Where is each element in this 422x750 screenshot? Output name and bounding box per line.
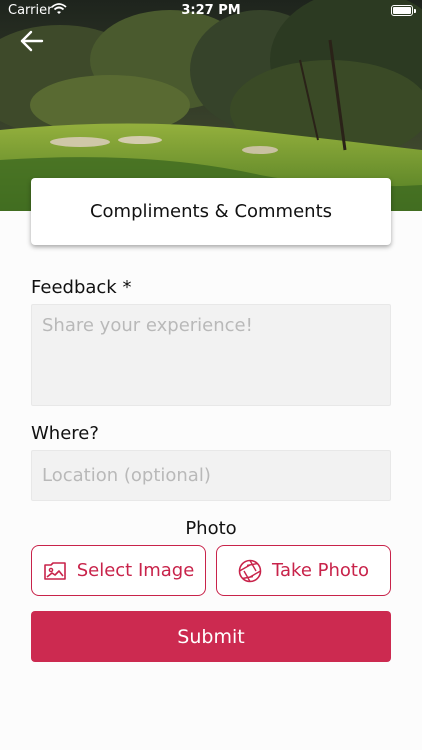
feedback-textarea[interactable]: Share your experience! <box>31 304 391 406</box>
page-title-card: Compliments & Comments <box>31 178 391 245</box>
location-input[interactable]: Location (optional) <box>31 450 391 501</box>
status-bar: Carrier 3:27 PM <box>0 0 422 22</box>
where-label: Where? <box>31 423 99 444</box>
status-time: 3:27 PM <box>181 3 241 18</box>
photo-label: Photo <box>185 518 237 539</box>
page-title: Compliments & Comments <box>89 201 333 222</box>
select-image-label: Select Image <box>76 560 195 581</box>
feedback-label: Feedback * <box>31 277 132 298</box>
take-photo-label: Take Photo <box>272 560 369 581</box>
submit-button[interactable]: Submit <box>31 611 391 662</box>
back-button[interactable] <box>18 28 46 54</box>
take-photo-button[interactable]: Take Photo <box>216 545 391 596</box>
submit-label: Submit <box>177 625 245 648</box>
select-image-button[interactable]: Select Image <box>31 545 206 596</box>
battery-icon <box>391 5 416 16</box>
compliments-screen: Carrier 3:27 PM Compliments & Comments F… <box>0 0 422 750</box>
location-placeholder: Location (optional) <box>42 465 211 486</box>
camera-aperture-icon <box>238 559 262 582</box>
arrow-left-icon <box>20 30 44 52</box>
image-icon <box>43 561 66 580</box>
feedback-placeholder: Share your experience! <box>42 315 253 336</box>
